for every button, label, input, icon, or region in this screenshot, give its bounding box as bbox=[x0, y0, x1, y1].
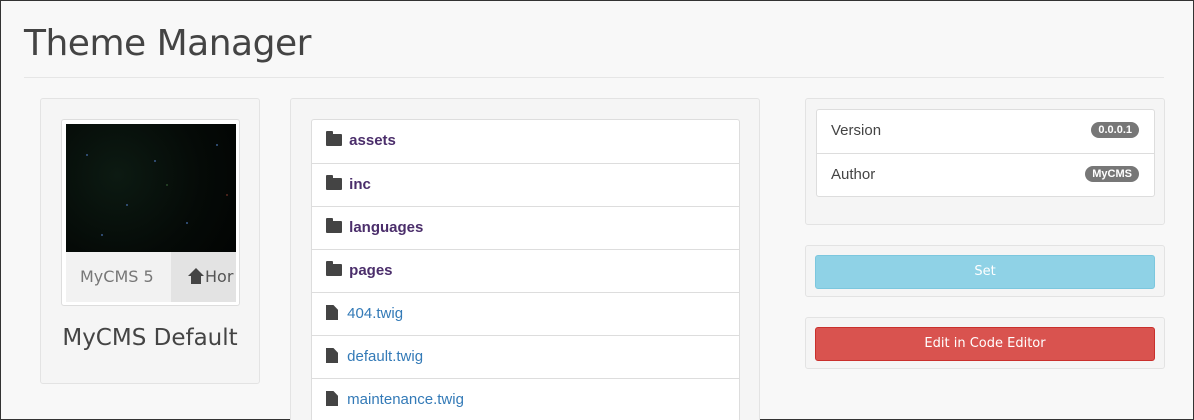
thumbnail-navbar: MyCMS 5 Hor bbox=[66, 252, 236, 302]
file-icon bbox=[326, 348, 338, 363]
thumbnail-nav-home-label: Hor bbox=[205, 267, 234, 286]
edit-theme-panel: Edit in Code Editor bbox=[805, 317, 1165, 369]
list-item-folder[interactable]: languages bbox=[312, 206, 739, 249]
folder-icon bbox=[326, 218, 342, 233]
thumbnail-image bbox=[66, 124, 236, 252]
list-item-folder[interactable]: assets bbox=[312, 120, 739, 163]
folder-icon bbox=[326, 175, 342, 190]
folder-link[interactable]: inc bbox=[349, 176, 371, 193]
home-icon bbox=[187, 268, 205, 284]
file-link[interactable]: maintenance.twig bbox=[347, 391, 464, 408]
thumbnail-nav-home: Hor bbox=[171, 252, 236, 302]
thumbnail-brand: MyCMS 5 bbox=[80, 267, 154, 286]
theme-info-panel: Version 0.0.0.1 Author MyCMS bbox=[805, 98, 1165, 225]
theme-preview-panel: MyCMS 5 Hor MyCMS Default bbox=[40, 98, 260, 384]
theme-name: MyCMS Default bbox=[62, 325, 238, 351]
version-label: Version bbox=[831, 122, 882, 139]
theme-info-list: Version 0.0.0.1 Author MyCMS bbox=[816, 109, 1155, 197]
version-badge: 0.0.0.1 bbox=[1091, 122, 1139, 138]
author-row: Author MyCMS bbox=[817, 153, 1154, 196]
list-item-file[interactable]: maintenance.twig bbox=[312, 378, 739, 420]
folder-link[interactable]: assets bbox=[349, 132, 396, 149]
author-label: Author bbox=[831, 166, 876, 183]
edit-in-code-editor-button[interactable]: Edit in Code Editor bbox=[815, 327, 1155, 361]
file-icon bbox=[326, 391, 338, 406]
list-item-file[interactable]: 404.twig bbox=[312, 292, 739, 335]
title-divider bbox=[24, 77, 1164, 78]
author-badge: MyCMS bbox=[1085, 166, 1139, 182]
list-item-folder[interactable]: pages bbox=[312, 249, 739, 292]
folder-link[interactable]: languages bbox=[349, 219, 423, 236]
list-item-folder[interactable]: inc bbox=[312, 163, 739, 206]
folder-icon bbox=[326, 131, 342, 146]
set-theme-button[interactable]: Set bbox=[815, 255, 1155, 289]
file-icon bbox=[326, 305, 338, 320]
theme-files-panel: assets inc languages pages 404.twig defa… bbox=[290, 98, 760, 420]
theme-thumbnail[interactable]: MyCMS 5 Hor bbox=[61, 119, 240, 306]
folder-icon bbox=[326, 261, 342, 276]
page-title: Theme Manager bbox=[24, 23, 311, 64]
folder-link[interactable]: pages bbox=[349, 262, 392, 279]
list-item-file[interactable]: default.twig bbox=[312, 335, 739, 378]
set-theme-panel: Set bbox=[805, 245, 1165, 297]
file-link[interactable]: 404.twig bbox=[347, 305, 403, 322]
file-list: assets inc languages pages 404.twig defa… bbox=[311, 119, 740, 420]
file-link[interactable]: default.twig bbox=[347, 348, 423, 365]
version-row: Version 0.0.0.1 bbox=[817, 110, 1154, 153]
